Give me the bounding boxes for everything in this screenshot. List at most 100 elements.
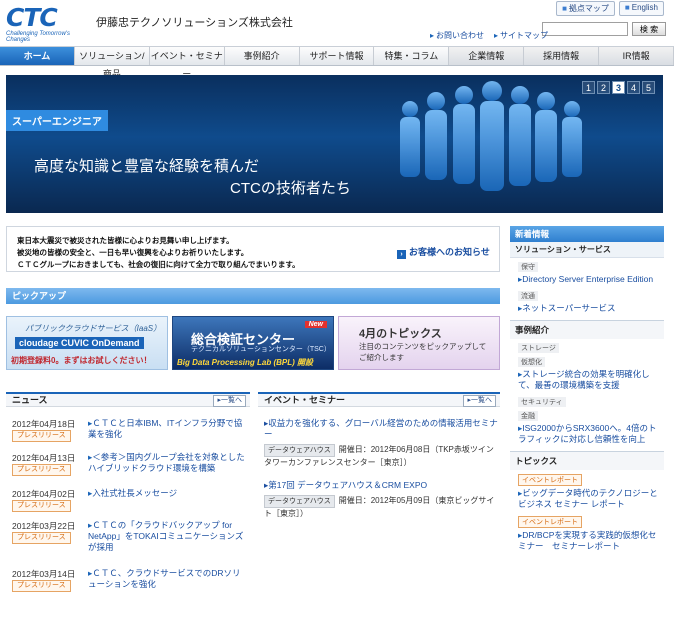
new-badge: New bbox=[304, 321, 327, 328]
events-more-button[interactable]: ▸一覧へ bbox=[463, 395, 496, 407]
search-input[interactable] bbox=[542, 22, 628, 36]
news-link[interactable]: ▸ＣＴＣの「クラウドバックアップ for NetApp」をTOKAIコミュニケー… bbox=[88, 520, 248, 553]
office-map-label: 拠点マップ bbox=[568, 4, 609, 13]
sidebar-link-text: ISG2000からSRX3600へ。4倍のトラフィックに対応し信頼性を向上 bbox=[518, 423, 657, 444]
hero-page-1[interactable]: 1 bbox=[582, 81, 595, 94]
square-icon: ■ bbox=[562, 4, 567, 13]
nav-cases[interactable]: 事例紹介 bbox=[225, 47, 300, 65]
events-title: イベント・セミナー bbox=[264, 395, 346, 405]
earthquake-notice: 東日本大震災で被災された皆様に心よりお見舞い申し上げます。 被災地の皆様の安全と… bbox=[6, 226, 500, 272]
sidebar-link[interactable]: ▸ISG2000からSRX3600へ。4倍のトラフィックに対応し信頼性を向上 bbox=[510, 421, 664, 447]
cloudage-banner[interactable]: パブリッククラウドサービス（IaaS） cloudage CUVIC OnDem… bbox=[6, 316, 168, 370]
arrow-icon: › bbox=[397, 250, 406, 259]
pickup-banners: パブリッククラウドサービス（IaaS） cloudage CUVIC OnDem… bbox=[6, 316, 500, 370]
contact-label: お問い合わせ bbox=[436, 31, 485, 40]
banner-note: Big Data Processing Lab (BPL) 開設 bbox=[177, 358, 314, 367]
notice-text: 東日本大震災で被災された皆様に心よりお見舞い申し上げます。 被災地の皆様の安全と… bbox=[17, 235, 300, 271]
site-header: CTC Challenging Tomorrow's Changes 伊藤忠テク… bbox=[0, 0, 674, 46]
contact-link[interactable]: ▸ お問い合わせ bbox=[430, 30, 484, 41]
sidebar: 新着情報 ソリューション・サービス 保守 ▸Directory Server E… bbox=[510, 226, 664, 554]
office-map-link[interactable]: ■ 拠点マップ bbox=[556, 1, 615, 16]
category-tag: 金融 bbox=[518, 411, 538, 421]
event-item: ▸収益力を強化する、グローバル経営のための情報活用セミナー データウェアハウス開… bbox=[264, 418, 498, 468]
header-links: ▸ お問い合わせ ▸ サイトマップ bbox=[430, 30, 548, 41]
news-date: 2012年04月13日 bbox=[12, 453, 76, 463]
banner-note: 初期登録料0。まずはお試しください！ bbox=[11, 356, 152, 365]
event-report-badge: イベントレポート bbox=[518, 516, 582, 528]
news-link[interactable]: ▸＜参考＞国内グループ会社を対象としたハイブリッドクラウド環境を構築 bbox=[88, 452, 248, 474]
sidebar-link[interactable]: ▸Directory Server Enterprise Edition bbox=[510, 272, 664, 287]
nav-home[interactable]: ホーム bbox=[0, 47, 75, 65]
banner-title: 4月のトピックス bbox=[359, 328, 442, 340]
nav-events[interactable]: イベント・セミナー bbox=[150, 47, 225, 79]
customer-notice-link[interactable]: › お客様へのお知らせ bbox=[397, 245, 490, 259]
ctc-logo[interactable]: CTC Challenging Tomorrow's Changes bbox=[6, 3, 90, 43]
news-more-button[interactable]: ▸一覧へ bbox=[213, 395, 246, 407]
square-icon: ■ bbox=[624, 3, 630, 12]
news-link[interactable]: ▸ＣＴＣ、クラウドサービスでのDRソリューションを強化 bbox=[88, 568, 248, 590]
news-title-text: ＣＴＣと日本IBM、ITインフラ分野で協業を強化 bbox=[88, 418, 243, 439]
nav-ir[interactable]: IR情報 bbox=[599, 47, 674, 65]
news-date: 2012年04月18日 bbox=[12, 419, 76, 429]
news-link[interactable]: ▸ＣＴＣと日本IBM、ITインフラ分野で協業を強化 bbox=[88, 418, 248, 440]
news-title-text: 入社式社長メッセージ bbox=[92, 488, 178, 498]
logo-text: CTC bbox=[6, 3, 58, 32]
banner-title: cloudage CUVIC OnDemand bbox=[15, 337, 144, 349]
sidebar-link[interactable]: ▸ストレージ統合の効果を明確化して、最善の環境構築を支援 bbox=[510, 367, 664, 393]
sidebar-link-text: ストレージ統合の効果を明確化して、最善の環境構築を支援 bbox=[518, 369, 650, 390]
sidebar-link[interactable]: ▸DR/BCPを実現する実践的仮想化セミナー セミナーレポート bbox=[510, 528, 664, 554]
more-label: 一覧へ bbox=[221, 397, 242, 404]
english-label: English bbox=[631, 3, 658, 12]
event-link[interactable]: ▸収益力を強化する、グローバル経営のための情報活用セミナー bbox=[264, 418, 498, 439]
nav-support[interactable]: サポート情報 bbox=[300, 47, 375, 65]
press-release-badge: プレスリリース bbox=[12, 500, 71, 512]
sidebar-link-text: ネットスーパーサービス bbox=[522, 303, 616, 313]
sidebar-link[interactable]: ▸ネットスーパーサービス bbox=[510, 301, 664, 316]
nav-corporate[interactable]: 企業情報 bbox=[449, 47, 525, 65]
news-link[interactable]: ▸入社式社長メッセージ bbox=[88, 488, 248, 499]
hero-page-4[interactable]: 4 bbox=[627, 81, 640, 94]
category-tag: 流通 bbox=[518, 291, 538, 301]
sidebar-link-text: Directory Server Enterprise Edition bbox=[522, 274, 654, 284]
press-release-badge: プレスリリース bbox=[12, 580, 71, 592]
april-topics-banner[interactable]: 4月のトピックス 注目のコンテンツをピックアップしてご紹介します bbox=[338, 316, 500, 370]
nav-recruit[interactable]: 採用情報 bbox=[524, 47, 600, 65]
category-tag: セキュリティ bbox=[518, 397, 566, 407]
category-tag: 保守 bbox=[518, 262, 538, 272]
nav-solutions[interactable]: ソリューション/商品 bbox=[75, 47, 150, 79]
event-link[interactable]: ▸第17回 データウェアハウス＆CRM EXPO bbox=[264, 480, 427, 490]
hero-page-2[interactable]: 2 bbox=[597, 81, 610, 94]
tsc-banner[interactable]: New 総合検証センター テクニカルソリューションセンター（TSC） Big D… bbox=[172, 316, 334, 370]
events-heading: イベント・セミナー ▸一覧へ bbox=[258, 392, 500, 407]
event-title: 第17回 データウェアハウス＆CRM EXPO bbox=[268, 480, 428, 490]
news-heading: ニュース ▸一覧へ bbox=[6, 392, 250, 407]
hero-headline-1: 高度な知識と豊富な経験を積んだ bbox=[34, 158, 260, 175]
sitemap-link[interactable]: ▸ サイトマップ bbox=[494, 30, 548, 41]
company-name: 伊藤忠テクノソリューションズ株式会社 bbox=[96, 17, 293, 29]
press-release-badge: プレスリリース bbox=[12, 464, 71, 476]
search-button[interactable]: 検 索 bbox=[632, 22, 666, 36]
news-title-text: ＣＴＣ、クラウドサービスでのDRソリューションを強化 bbox=[88, 568, 241, 589]
news-date: 2012年03月22日 bbox=[12, 521, 76, 531]
utility-links: ■ 拠点マップ ■ English bbox=[556, 1, 664, 16]
banner-caption: テクニカルソリューションセンター（TSC） bbox=[191, 346, 331, 353]
news-date: 2012年04月02日 bbox=[12, 489, 76, 499]
hero-banner[interactable]: スーパーエンジニア 高度な知識と豊富な経験を積んだ CTCの技術者たち 1 2 … bbox=[6, 75, 663, 213]
english-link[interactable]: ■ English bbox=[618, 1, 664, 16]
event-report-badge: イベントレポート bbox=[518, 474, 582, 486]
sidebar-link[interactable]: ▸ビッグデータ時代のテクノロジーとビジネス セミナー レポート bbox=[510, 486, 664, 512]
event-category: データウェアハウス bbox=[264, 444, 335, 457]
news-title-text: ＣＴＣの「クラウドバックアップ for NetApp」をTOKAIコミュニケーシ… bbox=[88, 520, 244, 552]
logo-tagline: Challenging Tomorrow's Changes bbox=[6, 31, 70, 43]
new-info-heading: 新着情報 bbox=[510, 226, 664, 242]
pickup-heading: ピックアップ bbox=[6, 288, 500, 304]
hero-page-5[interactable]: 5 bbox=[642, 81, 655, 94]
notice-line: ＣＴＣグループにおきましても、社会の復旧に向けて全力で取り組んでまいります。 bbox=[17, 260, 300, 269]
event-meta: データウェアハウス 開催日：2012年05月09日（東京ビッグサイト［東京］） bbox=[264, 495, 498, 519]
event-meta: データウェアハウス 開催日：2012年06月08日（TKP赤坂ツインタワーカンファ… bbox=[264, 444, 498, 468]
global-nav: ホーム ソリューション/商品 イベント・セミナー 事例紹介 サポート情報 特集・… bbox=[0, 46, 674, 79]
hero-page-3[interactable]: 3 bbox=[612, 81, 625, 94]
nav-features[interactable]: 特集・コラム bbox=[374, 47, 450, 65]
news-title: ニュース bbox=[12, 395, 48, 405]
event-item: ▸第17回 データウェアハウス＆CRM EXPO データウェアハウス 開催日：20… bbox=[264, 480, 498, 519]
